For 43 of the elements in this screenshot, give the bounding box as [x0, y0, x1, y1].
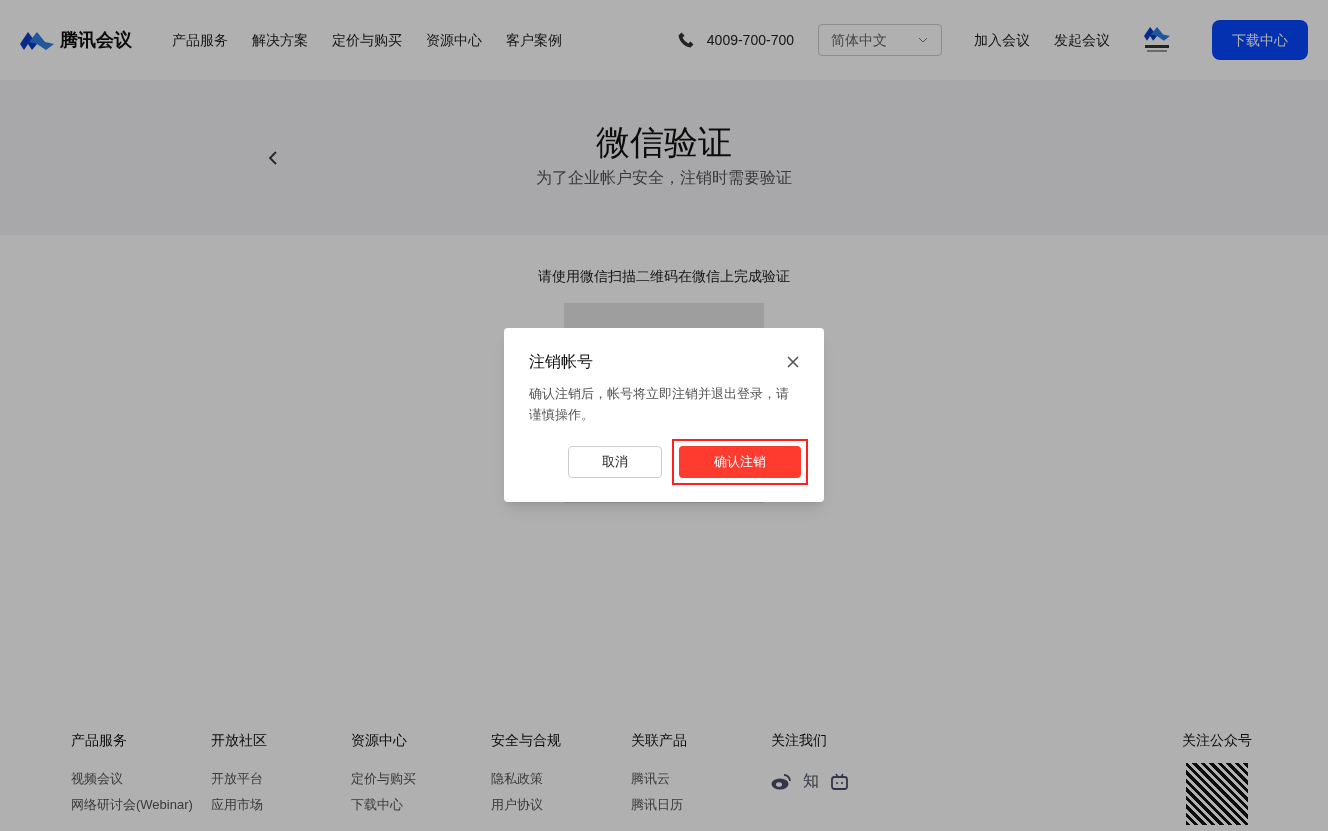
footer-heading: 关注公众号: [1182, 731, 1252, 750]
footer-link[interactable]: 开放平台: [211, 769, 351, 789]
close-icon[interactable]: [787, 356, 799, 368]
logo-icon: [20, 30, 54, 50]
page-title: 微信验证: [596, 122, 732, 162]
download-button[interactable]: 下载中心: [1212, 20, 1308, 60]
brand-name[interactable]: 腾讯会议: [60, 26, 132, 54]
phone-icon: [676, 31, 695, 49]
header-link[interactable]: 发起会议: [1054, 29, 1110, 51]
language-select[interactable]: 简体中文: [818, 24, 942, 56]
confirm-button[interactable]: 确认注销: [679, 446, 801, 478]
footer-heading: 产品服务: [71, 731, 128, 750]
footer-heading: 关联产品: [631, 731, 688, 750]
nav-link[interactable]: 资源中心: [426, 29, 482, 51]
back-icon[interactable]: [267, 150, 279, 166]
footer-link[interactable]: 腾讯日历: [631, 795, 771, 815]
nav-link[interactable]: 客户案例: [506, 29, 562, 51]
weibo-icon[interactable]: [771, 772, 791, 790]
nav-link[interactable]: 解决方案: [252, 29, 308, 51]
footer-link[interactable]: 视频会议: [71, 769, 211, 789]
tv-icon[interactable]: [831, 772, 848, 790]
footer-link[interactable]: 网络研讨会(Webinar): [71, 795, 211, 815]
footer-heading: 资源中心: [351, 731, 408, 750]
phone-number: 4009-700-700: [706, 30, 794, 50]
footer-link[interactable]: 用户协议: [491, 795, 631, 815]
zhihu-link[interactable]: 知: [803, 769, 819, 793]
footer-link[interactable]: 腾讯云: [631, 769, 771, 789]
footer-heading: 关注我们: [771, 731, 828, 750]
logo-icon: [1144, 25, 1170, 41]
footer-link[interactable]: 隐私政策: [491, 769, 631, 789]
nav-link[interactable]: 产品服务: [172, 29, 228, 51]
dialog-message: 确认注销后，帐号将立即注销并退出登录，请谨慎操作。: [529, 385, 790, 424]
cancel-button[interactable]: 取消: [568, 446, 662, 478]
page-subtitle: 为了企业帐户安全，注销时需要验证: [536, 168, 792, 188]
footer-heading: 安全与合规: [491, 731, 562, 750]
footer-heading: 开放社区: [211, 731, 268, 750]
scan-instruction: 请使用微信扫描二维码在微信上完成验证: [538, 267, 790, 286]
footer-link[interactable]: 定价与购买: [351, 769, 491, 789]
footer-link[interactable]: 下载中心: [351, 795, 491, 815]
dialog-title: 注销帐号: [529, 352, 593, 372]
footer-link[interactable]: 应用市场: [211, 795, 351, 815]
nav-link[interactable]: 定价与购买: [332, 29, 402, 51]
header-link[interactable]: 加入会议: [974, 29, 1030, 51]
